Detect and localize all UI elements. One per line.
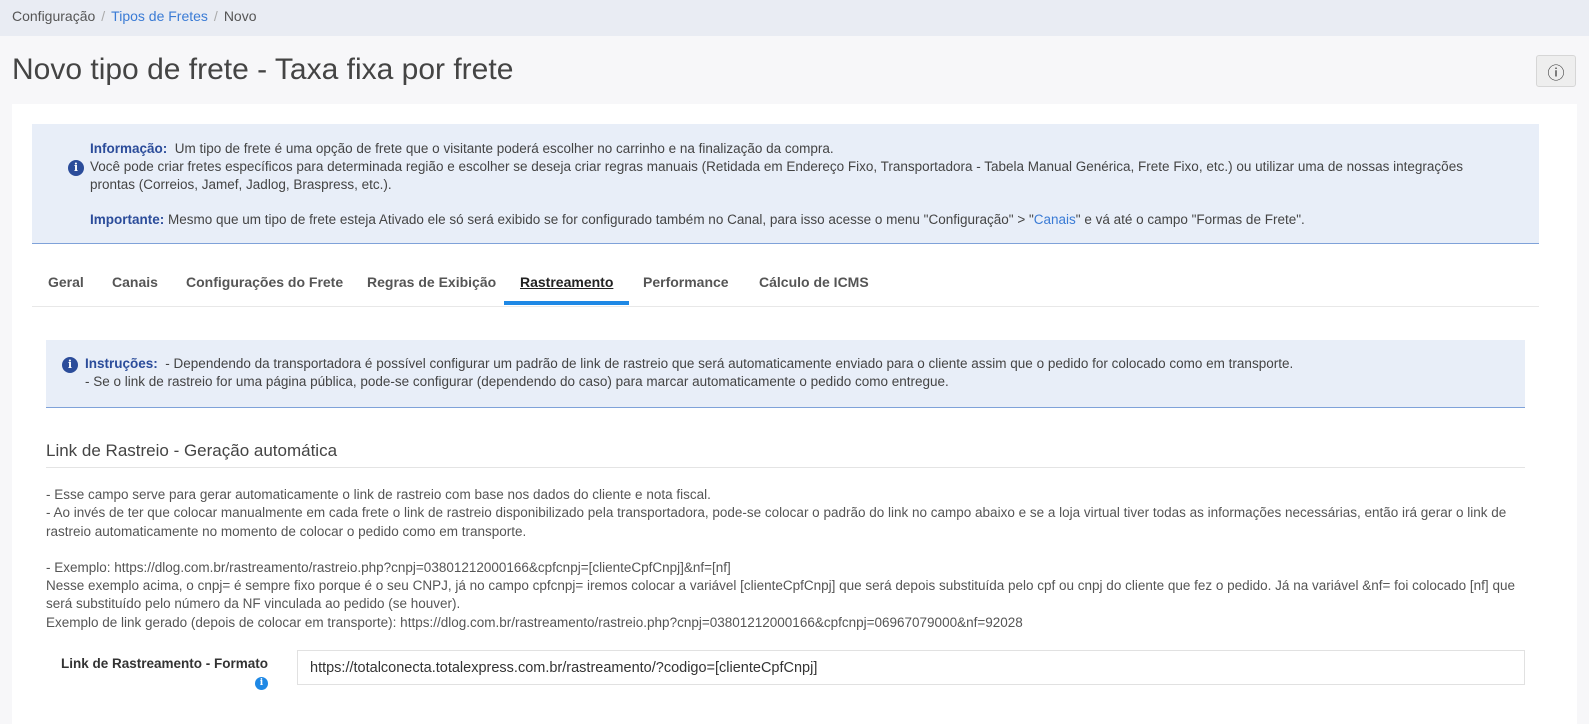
tab-geral[interactable]: Geral [32, 262, 100, 304]
section-title: Link de Rastreio - Geração automática [46, 441, 1525, 468]
tracking-link-format-input[interactable] [297, 650, 1525, 685]
info-alert-line2: Você pode criar fretes específicos para … [90, 159, 1463, 192]
tracking-link-format-label: Link de Rastreamento - Formato [60, 656, 268, 671]
info-alert: i Informação: Um tipo de frete é uma opç… [32, 124, 1539, 244]
tab-canais[interactable]: Canais [96, 262, 174, 304]
tab-calculo-de-icms[interactable]: Cálculo de ICMS [743, 262, 885, 304]
info-alert-important: Importante: Mesmo que um tipo de frete e… [90, 212, 1305, 227]
breadcrumb: Configuração / Tipos de Fretes / Novo [0, 0, 1589, 36]
breadcrumb-item-configuracao[interactable]: Configuração [12, 8, 95, 24]
tab-performance[interactable]: Performance [627, 262, 745, 304]
breadcrumb-item-novo: Novo [223, 8, 257, 24]
info-icon: i [68, 160, 84, 176]
breadcrumb-item-tipos-de-fretes[interactable]: Tipos de Fretes [111, 8, 208, 24]
info-icon[interactable]: i [255, 677, 268, 690]
info-button[interactable]: ⓘ [1536, 55, 1576, 87]
tab-rastreamento[interactable]: Rastreamento [504, 262, 630, 305]
instructions-label: Instruções: [85, 356, 158, 371]
page-title: Novo tipo de frete - Taxa fixa por frete [12, 53, 514, 86]
info-icon: ⓘ [1547, 63, 1565, 83]
section-description: - Esse campo serve para gerar automatica… [46, 487, 1515, 630]
tab-bar: Geral Canais Configurações do Frete Regr… [32, 262, 1539, 307]
info-alert-label: Informação: [90, 141, 168, 156]
canais-link[interactable]: Canais [1034, 212, 1076, 227]
instructions-alert: i Instruções: - Dependendo da transporta… [46, 340, 1525, 408]
breadcrumb-separator: / [101, 8, 106, 24]
tab-configuracoes-do-frete[interactable]: Configurações do Frete [170, 262, 359, 304]
breadcrumb-separator: / [213, 8, 218, 24]
info-alert-line1: Informação: Um tipo de frete é uma opção… [90, 141, 834, 156]
info-icon: i [62, 357, 78, 373]
form-card: i Informação: Um tipo de frete é uma opç… [12, 104, 1577, 724]
tab-regras-de-exibicao[interactable]: Regras de Exibição [351, 262, 512, 304]
